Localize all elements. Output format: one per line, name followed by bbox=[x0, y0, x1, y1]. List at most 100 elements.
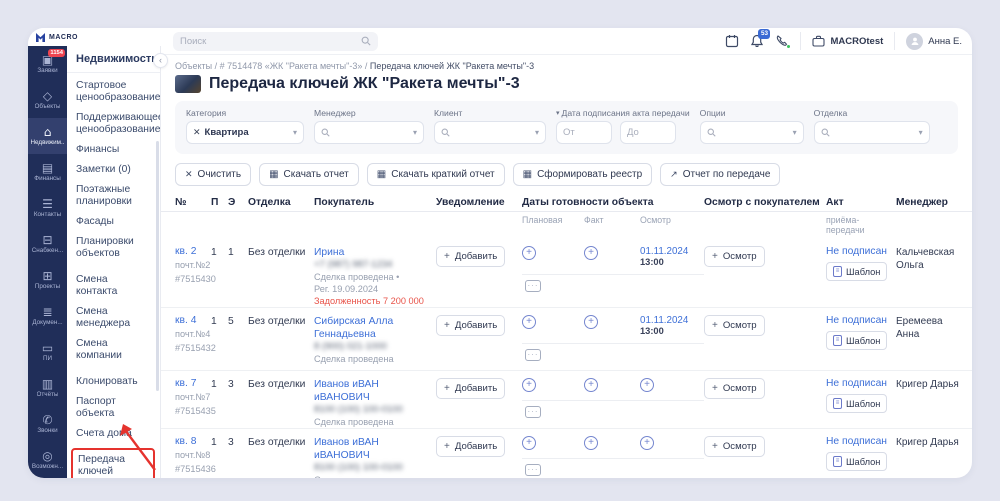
menu-item-object-plans[interactable]: Планировки объектов bbox=[76, 236, 151, 260]
inspection-button[interactable]: + Осмотр bbox=[704, 378, 765, 399]
manager-name: Еремеева Анна bbox=[896, 316, 943, 340]
generate-registry-button[interactable]: ▦ Сформировать реестр bbox=[512, 163, 653, 186]
template-button[interactable]: ≡ Шаблон bbox=[826, 452, 888, 471]
rail-item-projects[interactable]: ⊞ Проекты bbox=[28, 262, 67, 298]
act-date-from-input[interactable]: От bbox=[556, 121, 612, 144]
breadcrumb-objects[interactable]: Объекты bbox=[175, 61, 212, 71]
porch: 1 bbox=[211, 437, 217, 448]
menu-item-change-contact[interactable]: Смена контакта bbox=[76, 274, 151, 298]
finish-filter[interactable]: ▾ bbox=[813, 121, 930, 144]
inspect-date-link[interactable]: 01.11.2024 bbox=[640, 315, 704, 326]
options-filter[interactable]: ▾ bbox=[699, 121, 804, 144]
menu-item-notes[interactable]: Заметки (0) bbox=[76, 164, 151, 176]
unit-link[interactable]: кв. 8 bbox=[175, 436, 196, 447]
act-status-link[interactable]: Не подписан bbox=[826, 436, 887, 447]
rail-item-pi[interactable]: ▭ ПИ bbox=[28, 334, 67, 370]
menu-item-change-manager[interactable]: Смена менеджера bbox=[76, 306, 151, 330]
breadcrumb-complex[interactable]: # 7514478 «ЖК "Ракета мечты"-3» bbox=[220, 61, 363, 71]
add-notification-button[interactable]: + Добавить bbox=[436, 315, 506, 336]
rail-item-finance[interactable]: ▤ Финансы bbox=[28, 154, 67, 190]
rail-item-contacts[interactable]: ☰ Контакты bbox=[28, 190, 67, 226]
add-planned-date-icon[interactable]: + bbox=[522, 436, 536, 450]
add-inspect-date-icon[interactable]: + bbox=[640, 436, 654, 450]
inspection-button[interactable]: + Осмотр bbox=[704, 246, 765, 267]
comment-icon[interactable]: ··· bbox=[525, 406, 541, 418]
transfer-report-button[interactable]: ↗ Отчет по передаче bbox=[660, 163, 781, 186]
company-switcher[interactable]: MACROtest bbox=[812, 35, 883, 47]
rail-item-reports[interactable]: ▥ Отчёты bbox=[28, 370, 67, 406]
add-planned-date-icon[interactable]: + bbox=[522, 378, 536, 392]
buyer-link[interactable]: Иванов иВАН иВАНОВИЧ bbox=[314, 379, 379, 403]
add-planned-date-icon[interactable]: + bbox=[522, 315, 536, 329]
buyer-link[interactable]: Сибирская Алла Геннадьевна bbox=[314, 316, 393, 340]
act-status-link[interactable]: Не подписан bbox=[826, 315, 887, 326]
add-notification-button[interactable]: + Добавить bbox=[436, 246, 506, 267]
download-short-report-button[interactable]: ▦ Скачать краткий отчет bbox=[366, 163, 505, 186]
template-button[interactable]: ≡ Шаблон bbox=[826, 262, 888, 281]
menu-item-house-accounts[interactable]: Счета дома bbox=[76, 428, 151, 440]
logo[interactable]: MACRO bbox=[28, 28, 161, 46]
floor: 3 bbox=[228, 437, 234, 448]
menu-item-finance[interactable]: Финансы bbox=[76, 144, 151, 156]
unit-link[interactable]: кв. 2 bbox=[175, 246, 196, 257]
act-date-to-input[interactable]: До bbox=[620, 121, 676, 144]
rail-item-calls[interactable]: ✆ Звонки bbox=[28, 406, 67, 442]
wallet-icon: ▤ bbox=[41, 161, 54, 175]
menu-item-support-pricing[interactable]: Поддерживающее ценообразование bbox=[76, 112, 160, 136]
rail-item-objects[interactable]: ◇ Объекты bbox=[28, 82, 67, 118]
category-filter[interactable]: ✕ Квартира ▾ bbox=[186, 121, 304, 144]
deal-status: Сделка проведена bbox=[314, 354, 394, 364]
clear-filters-button[interactable]: ✕ Очистить bbox=[175, 163, 252, 186]
comment-icon[interactable]: ··· bbox=[525, 280, 541, 292]
rail-item-supply[interactable]: ⊟ Снабжен... bbox=[28, 226, 67, 262]
buyer-link[interactable]: Ирина bbox=[314, 247, 344, 258]
complex-photo-thumbnail[interactable] bbox=[175, 75, 201, 93]
comment-icon[interactable]: ··· bbox=[525, 349, 541, 361]
add-inspect-date-icon[interactable]: + bbox=[640, 378, 654, 392]
notifications-bell-icon[interactable]: 53 bbox=[750, 29, 771, 48]
rail-item-requests[interactable]: ▣ Заявки 1154 bbox=[28, 46, 67, 82]
add-notification-button[interactable]: + Добавить bbox=[436, 378, 506, 399]
inspect-date-link[interactable]: 01.11.2024 bbox=[640, 246, 704, 257]
add-notification-button[interactable]: + Добавить bbox=[436, 436, 506, 457]
buyer-link[interactable]: Иванов иВАН иВАНОВИЧ bbox=[314, 437, 379, 461]
add-planned-date-icon[interactable]: + bbox=[522, 246, 536, 260]
add-fact-date-icon[interactable]: + bbox=[584, 246, 598, 260]
rail-item-realty[interactable]: ⌂ Недвижим.. bbox=[28, 118, 67, 154]
chevron-down-icon[interactable]: ▾ bbox=[556, 109, 560, 117]
manager-filter[interactable]: ▾ bbox=[314, 121, 424, 144]
act-status-link[interactable]: Не подписан bbox=[826, 246, 887, 257]
remove-category-icon[interactable]: ✕ bbox=[193, 127, 201, 138]
global-search-input[interactable]: Поиск bbox=[173, 31, 378, 51]
divider bbox=[522, 400, 704, 401]
menu-item-start-pricing[interactable]: Стартовое ценообразование bbox=[76, 80, 160, 104]
download-report-button[interactable]: ▦ Скачать отчет bbox=[259, 163, 359, 186]
rail-item-opportunities[interactable]: ◎ Возможн... bbox=[28, 442, 67, 478]
client-filter[interactable]: ▾ bbox=[434, 121, 546, 144]
comment-icon[interactable]: ··· bbox=[525, 464, 541, 476]
add-fact-date-icon[interactable]: + bbox=[584, 436, 598, 450]
add-fact-date-icon[interactable]: + bbox=[584, 315, 598, 329]
menu-item-change-company[interactable]: Смена компании bbox=[76, 338, 151, 362]
user-menu[interactable]: Анна Е. bbox=[906, 32, 962, 50]
collapse-menu-button[interactable]: ‹ bbox=[153, 53, 168, 68]
template-button[interactable]: ≡ Шаблон bbox=[826, 394, 888, 413]
menu-item-object-passport[interactable]: Паспорт объекта bbox=[76, 396, 151, 420]
buyer-phone: 8100 (100) 100-0100 bbox=[314, 404, 403, 415]
template-button[interactable]: ≡ Шаблон bbox=[826, 331, 888, 350]
menu-item-key-handover[interactable]: Передача ключей bbox=[71, 448, 155, 478]
menu-item-clone[interactable]: Клонировать bbox=[76, 376, 151, 388]
inspection-button[interactable]: + Осмотр bbox=[704, 315, 765, 336]
floor: 1 bbox=[228, 247, 234, 258]
calls-phone-icon[interactable] bbox=[775, 34, 792, 49]
unit-link[interactable]: кв. 4 bbox=[175, 315, 196, 326]
menu-item-floor-plans[interactable]: Поэтажные планировки bbox=[76, 184, 151, 208]
rail-item-documents[interactable]: ≣ Докумен... bbox=[28, 298, 67, 334]
unit-link[interactable]: кв. 7 bbox=[175, 378, 196, 389]
calendar-icon[interactable] bbox=[725, 34, 739, 48]
add-fact-date-icon[interactable]: + bbox=[584, 378, 598, 392]
inspection-button[interactable]: + Осмотр bbox=[704, 436, 765, 457]
menu-item-facades[interactable]: Фасады bbox=[76, 216, 151, 228]
topbar: Поиск 53 MACROtest Анна Е. bbox=[161, 28, 972, 55]
act-status-link[interactable]: Не подписан bbox=[826, 378, 887, 389]
